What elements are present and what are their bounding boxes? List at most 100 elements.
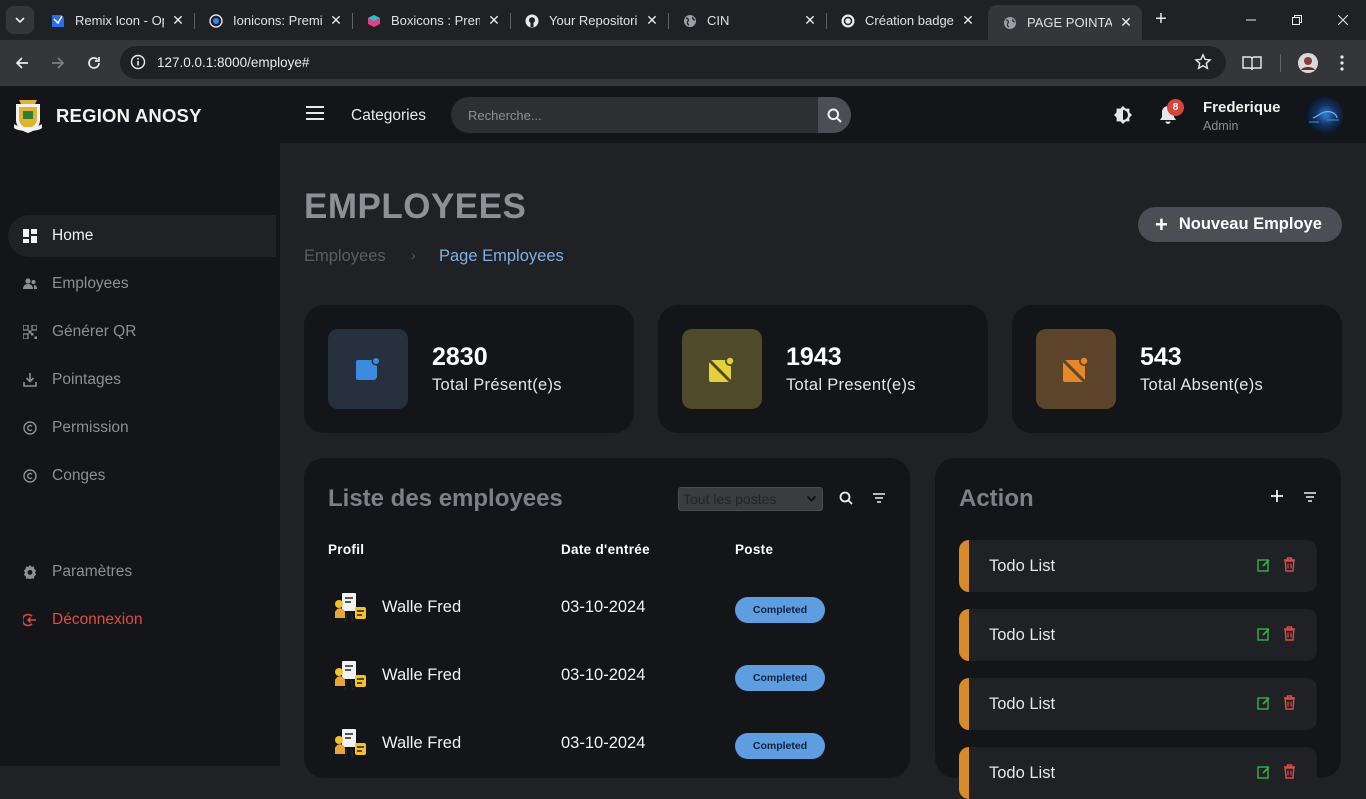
minimize-icon [1246, 19, 1256, 21]
breadcrumb-link[interactable]: Employees [304, 247, 386, 266]
address-bar[interactable]: 127.0.0.1:8000/employe# [120, 46, 1226, 79]
browser-tab[interactable]: Your Repositories ✕ [510, 5, 669, 36]
download-icon [22, 372, 38, 388]
delete-icon[interactable] [1283, 764, 1296, 779]
theme-toggle-icon[interactable] [1113, 105, 1133, 125]
stat-label: Total Absent(e)s [1140, 376, 1264, 394]
edit-icon[interactable] [1257, 765, 1271, 779]
close-tab-icon[interactable]: ✕ [328, 12, 344, 29]
stat-card: 1943 Total Present(e)s [658, 305, 988, 433]
calendar-check-icon [356, 356, 381, 380]
reading-mode-button[interactable] [1240, 51, 1264, 75]
action-panel: Action Todo List Todo List Todo List Tod… [935, 458, 1341, 799]
close-icon [1338, 15, 1348, 25]
browser-tab[interactable]: CIN ✕ [668, 5, 827, 36]
employee-name: Walle Fred [382, 734, 462, 752]
employee-date: 03-10-2024 [561, 598, 646, 616]
status-badge: Completed [735, 597, 825, 623]
stat-icon-box [682, 329, 762, 409]
employee-avatar [333, 658, 371, 692]
sidebar-item-pointages[interactable]: Pointages [8, 359, 276, 401]
stat-icon-box [328, 329, 408, 409]
close-tab-icon[interactable]: ✕ [644, 12, 660, 29]
brand-name: REGION ANOSY [56, 105, 202, 126]
sidebar-item-qr[interactable]: Générer QR [8, 311, 276, 353]
status-badge: Completed [735, 733, 825, 759]
new-tab-button[interactable]: + [1150, 9, 1172, 31]
search-input[interactable]: Recherche... [468, 108, 542, 123]
todo-item[interactable]: Todo List [959, 540, 1317, 592]
add-icon[interactable] [1271, 490, 1283, 502]
browser-tab[interactable]: Ionicons: Premium Open Source Icons ✕ [194, 5, 353, 36]
sidebar-item-logout[interactable]: Déconnexion [8, 599, 276, 641]
new-employee-button[interactable]: + Nouveau Employe [1138, 207, 1342, 242]
sidebar-item-home[interactable]: Home [8, 215, 276, 257]
app-header: REGION ANOSY Categories Recherche... 8 F… [0, 86, 1366, 143]
edit-icon[interactable] [1257, 627, 1271, 641]
delete-icon[interactable] [1283, 626, 1296, 641]
tab-search-button[interactable] [6, 6, 34, 34]
todo-item[interactable]: Todo List [959, 747, 1317, 799]
filter-icon[interactable] [1304, 492, 1316, 502]
close-tab-icon[interactable]: ✕ [960, 12, 976, 29]
browser-tab[interactable]: Création badge ✕ [826, 5, 984, 36]
filter-icon[interactable] [873, 493, 885, 503]
sidebar-item-settings[interactable]: Paramètres [8, 551, 276, 593]
status-badge: Completed [735, 665, 825, 691]
minimize-button[interactable] [1228, 0, 1274, 40]
sidebar-item-employees[interactable]: Employees [8, 263, 276, 305]
categories-link[interactable]: Categories [351, 107, 426, 125]
close-tab-icon[interactable]: ✕ [1118, 14, 1134, 31]
browser-toolbar: 127.0.0.1:8000/employe# [0, 40, 1366, 86]
sidebar-item-conges[interactable]: Conges [8, 455, 276, 497]
stat-label: Total Présent(e)s [432, 376, 562, 394]
forward-button[interactable] [46, 51, 70, 75]
bookmark-star-icon[interactable] [1194, 53, 1212, 71]
delete-icon[interactable] [1283, 557, 1296, 572]
menu-toggle-icon[interactable] [306, 106, 324, 120]
close-tab-icon[interactable]: ✕ [802, 12, 818, 29]
stat-value: 543 [1140, 343, 1182, 371]
browser-tab[interactable]: Boxicons : Premium icons ✕ [352, 5, 511, 36]
close-window-button[interactable] [1320, 0, 1366, 40]
profile-avatar-icon [1298, 53, 1318, 73]
search-icon [827, 108, 842, 123]
info-icon[interactable] [130, 54, 146, 70]
edit-icon[interactable] [1257, 696, 1271, 710]
gear-icon [22, 564, 38, 580]
browser-menu-button[interactable] [1330, 51, 1354, 75]
todo-accent [959, 609, 969, 661]
edit-icon[interactable] [1257, 558, 1271, 572]
notification-badge: 8 [1167, 99, 1184, 116]
sidebar: Home Employees Générer QR Pointages Perm… [0, 143, 280, 766]
stat-icon-box [1036, 329, 1116, 409]
employees-panel: Liste des employees Tout les postes Prof… [304, 458, 910, 778]
browser-tab[interactable]: Remix Icon - Open source icon library ✕ [36, 5, 195, 36]
user-avatar[interactable] [1305, 96, 1343, 134]
stat-label: Total Present(e)s [786, 376, 916, 394]
close-tab-icon[interactable]: ✕ [486, 12, 502, 29]
copyright-icon [22, 420, 38, 436]
users-icon [22, 276, 38, 292]
todo-item[interactable]: Todo List [959, 609, 1317, 661]
post-filter-select[interactable]: Tout les postes [678, 487, 823, 511]
sidebar-item-permission[interactable]: Permission [8, 407, 276, 449]
browser-tab-active[interactable]: PAGE POINTAGE ✕ [988, 5, 1142, 40]
restore-button[interactable] [1274, 0, 1320, 40]
search-icon[interactable] [839, 491, 853, 505]
search-bar: Recherche... [451, 97, 851, 133]
breadcrumb-chevron-icon: › [411, 247, 416, 263]
back-button[interactable] [10, 51, 34, 75]
column-header: Poste [735, 542, 774, 557]
delete-icon[interactable] [1283, 695, 1296, 710]
profile-button[interactable] [1296, 51, 1320, 75]
reload-button[interactable] [82, 51, 106, 75]
todo-item[interactable]: Todo List [959, 678, 1317, 730]
restore-icon [1292, 15, 1302, 25]
stat-value: 1943 [786, 343, 842, 371]
employee-date: 03-10-2024 [561, 666, 646, 684]
column-header: Profil [328, 542, 365, 557]
close-tab-icon[interactable]: ✕ [170, 12, 186, 29]
employee-name: Walle Fred [382, 666, 462, 684]
search-button[interactable] [818, 97, 851, 133]
